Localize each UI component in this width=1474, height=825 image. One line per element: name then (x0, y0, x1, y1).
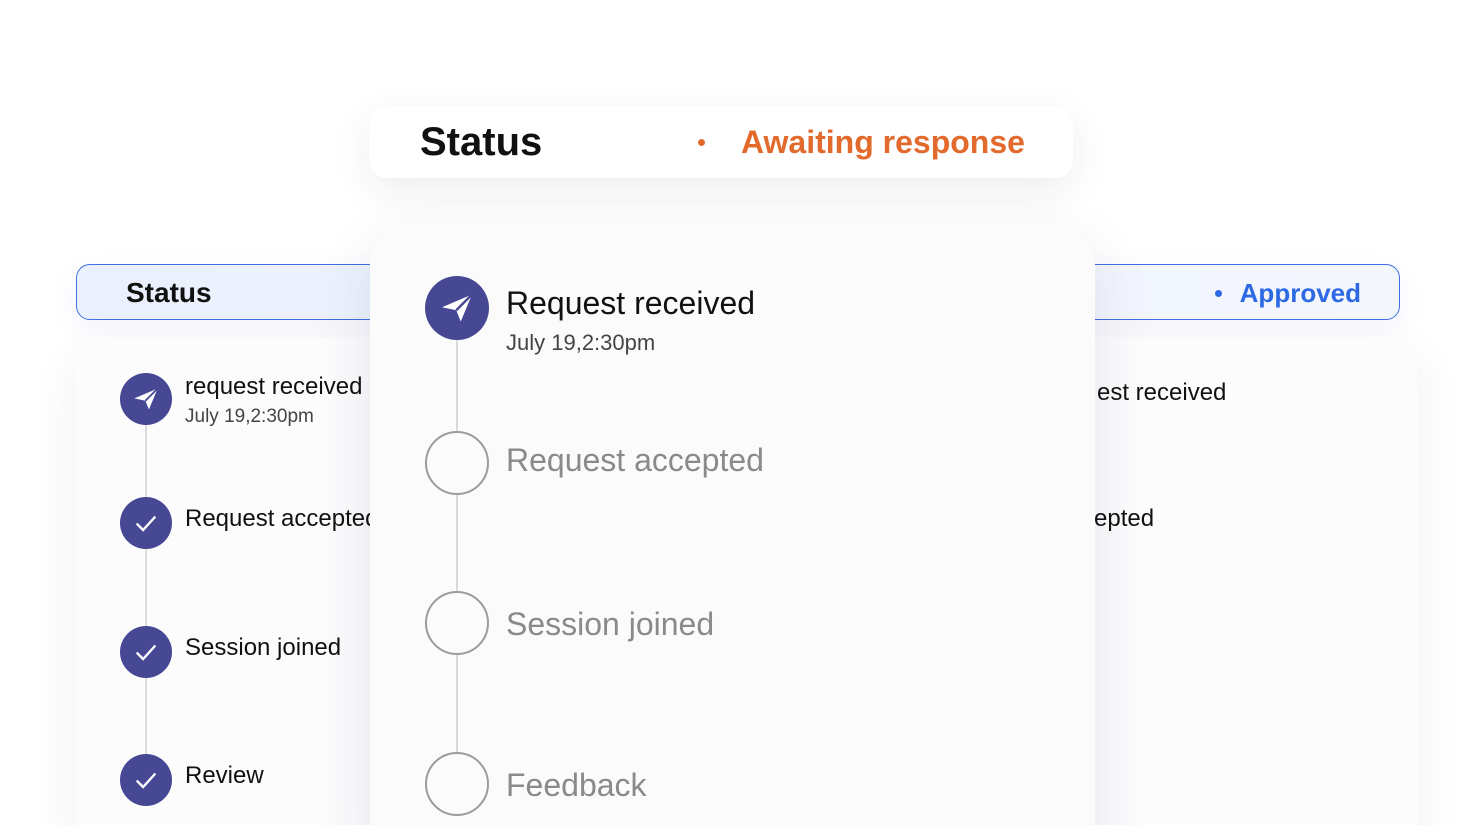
awaiting-step-request-accepted: Request accepted (425, 431, 764, 495)
paper-plane-icon (425, 276, 489, 340)
approved-status-indicator: Approved (1214, 278, 1361, 309)
step-label: Request accepted (506, 442, 764, 478)
awaiting-status-header: Status Awaiting response (369, 106, 1073, 178)
check-icon (120, 626, 172, 678)
awaiting-status-label: Awaiting response (741, 124, 1025, 160)
step-timestamp: July 19,2:30pm (185, 405, 314, 427)
paper-plane-icon (120, 373, 172, 425)
awaiting-status-title: Status (420, 120, 543, 164)
step-timestamp: July 19,2:30pm (506, 330, 656, 356)
approved-status-title: Status (126, 277, 212, 308)
check-icon (120, 497, 172, 549)
empty-step-circle-icon (425, 591, 489, 655)
status-tracker-stage: Status Approved request received July 19… (0, 0, 1474, 825)
awaiting-step-session-joined: Session joined (425, 591, 714, 655)
awaiting-step-feedback: Feedback (425, 752, 647, 816)
awaiting-step-request-received: Request received July 19,2:30pm (425, 276, 755, 356)
approved-timeline-line (145, 400, 147, 780)
step-label: Feedback (506, 767, 647, 803)
approved-step-request-accepted: Request accepted (120, 497, 378, 549)
approved-step-request-received: request received July 19,2:30pm (120, 373, 362, 428)
step-label: Review (185, 762, 264, 789)
step-label: Request received (506, 285, 756, 321)
approved-step-label-fragment: epted (1094, 505, 1155, 532)
check-icon (120, 754, 172, 806)
awaiting-timeline-line (456, 340, 458, 760)
status-dot-icon (1214, 290, 1222, 297)
step-label: Session joined (185, 634, 342, 661)
approved-step-review: Review (120, 754, 264, 806)
step-label: Session joined (506, 606, 715, 642)
approved-status-label: Approved (1239, 278, 1361, 308)
empty-step-circle-icon (425, 752, 489, 816)
approved-step-label-fragment: est received (1097, 379, 1227, 406)
step-label: Request accepted (185, 505, 379, 532)
status-dot-icon (698, 139, 705, 146)
empty-step-circle-icon (425, 431, 489, 495)
approved-step-session-joined: Session joined (120, 626, 341, 678)
step-label: request received (185, 373, 363, 400)
awaiting-status-indicator: Awaiting response (698, 124, 1025, 161)
